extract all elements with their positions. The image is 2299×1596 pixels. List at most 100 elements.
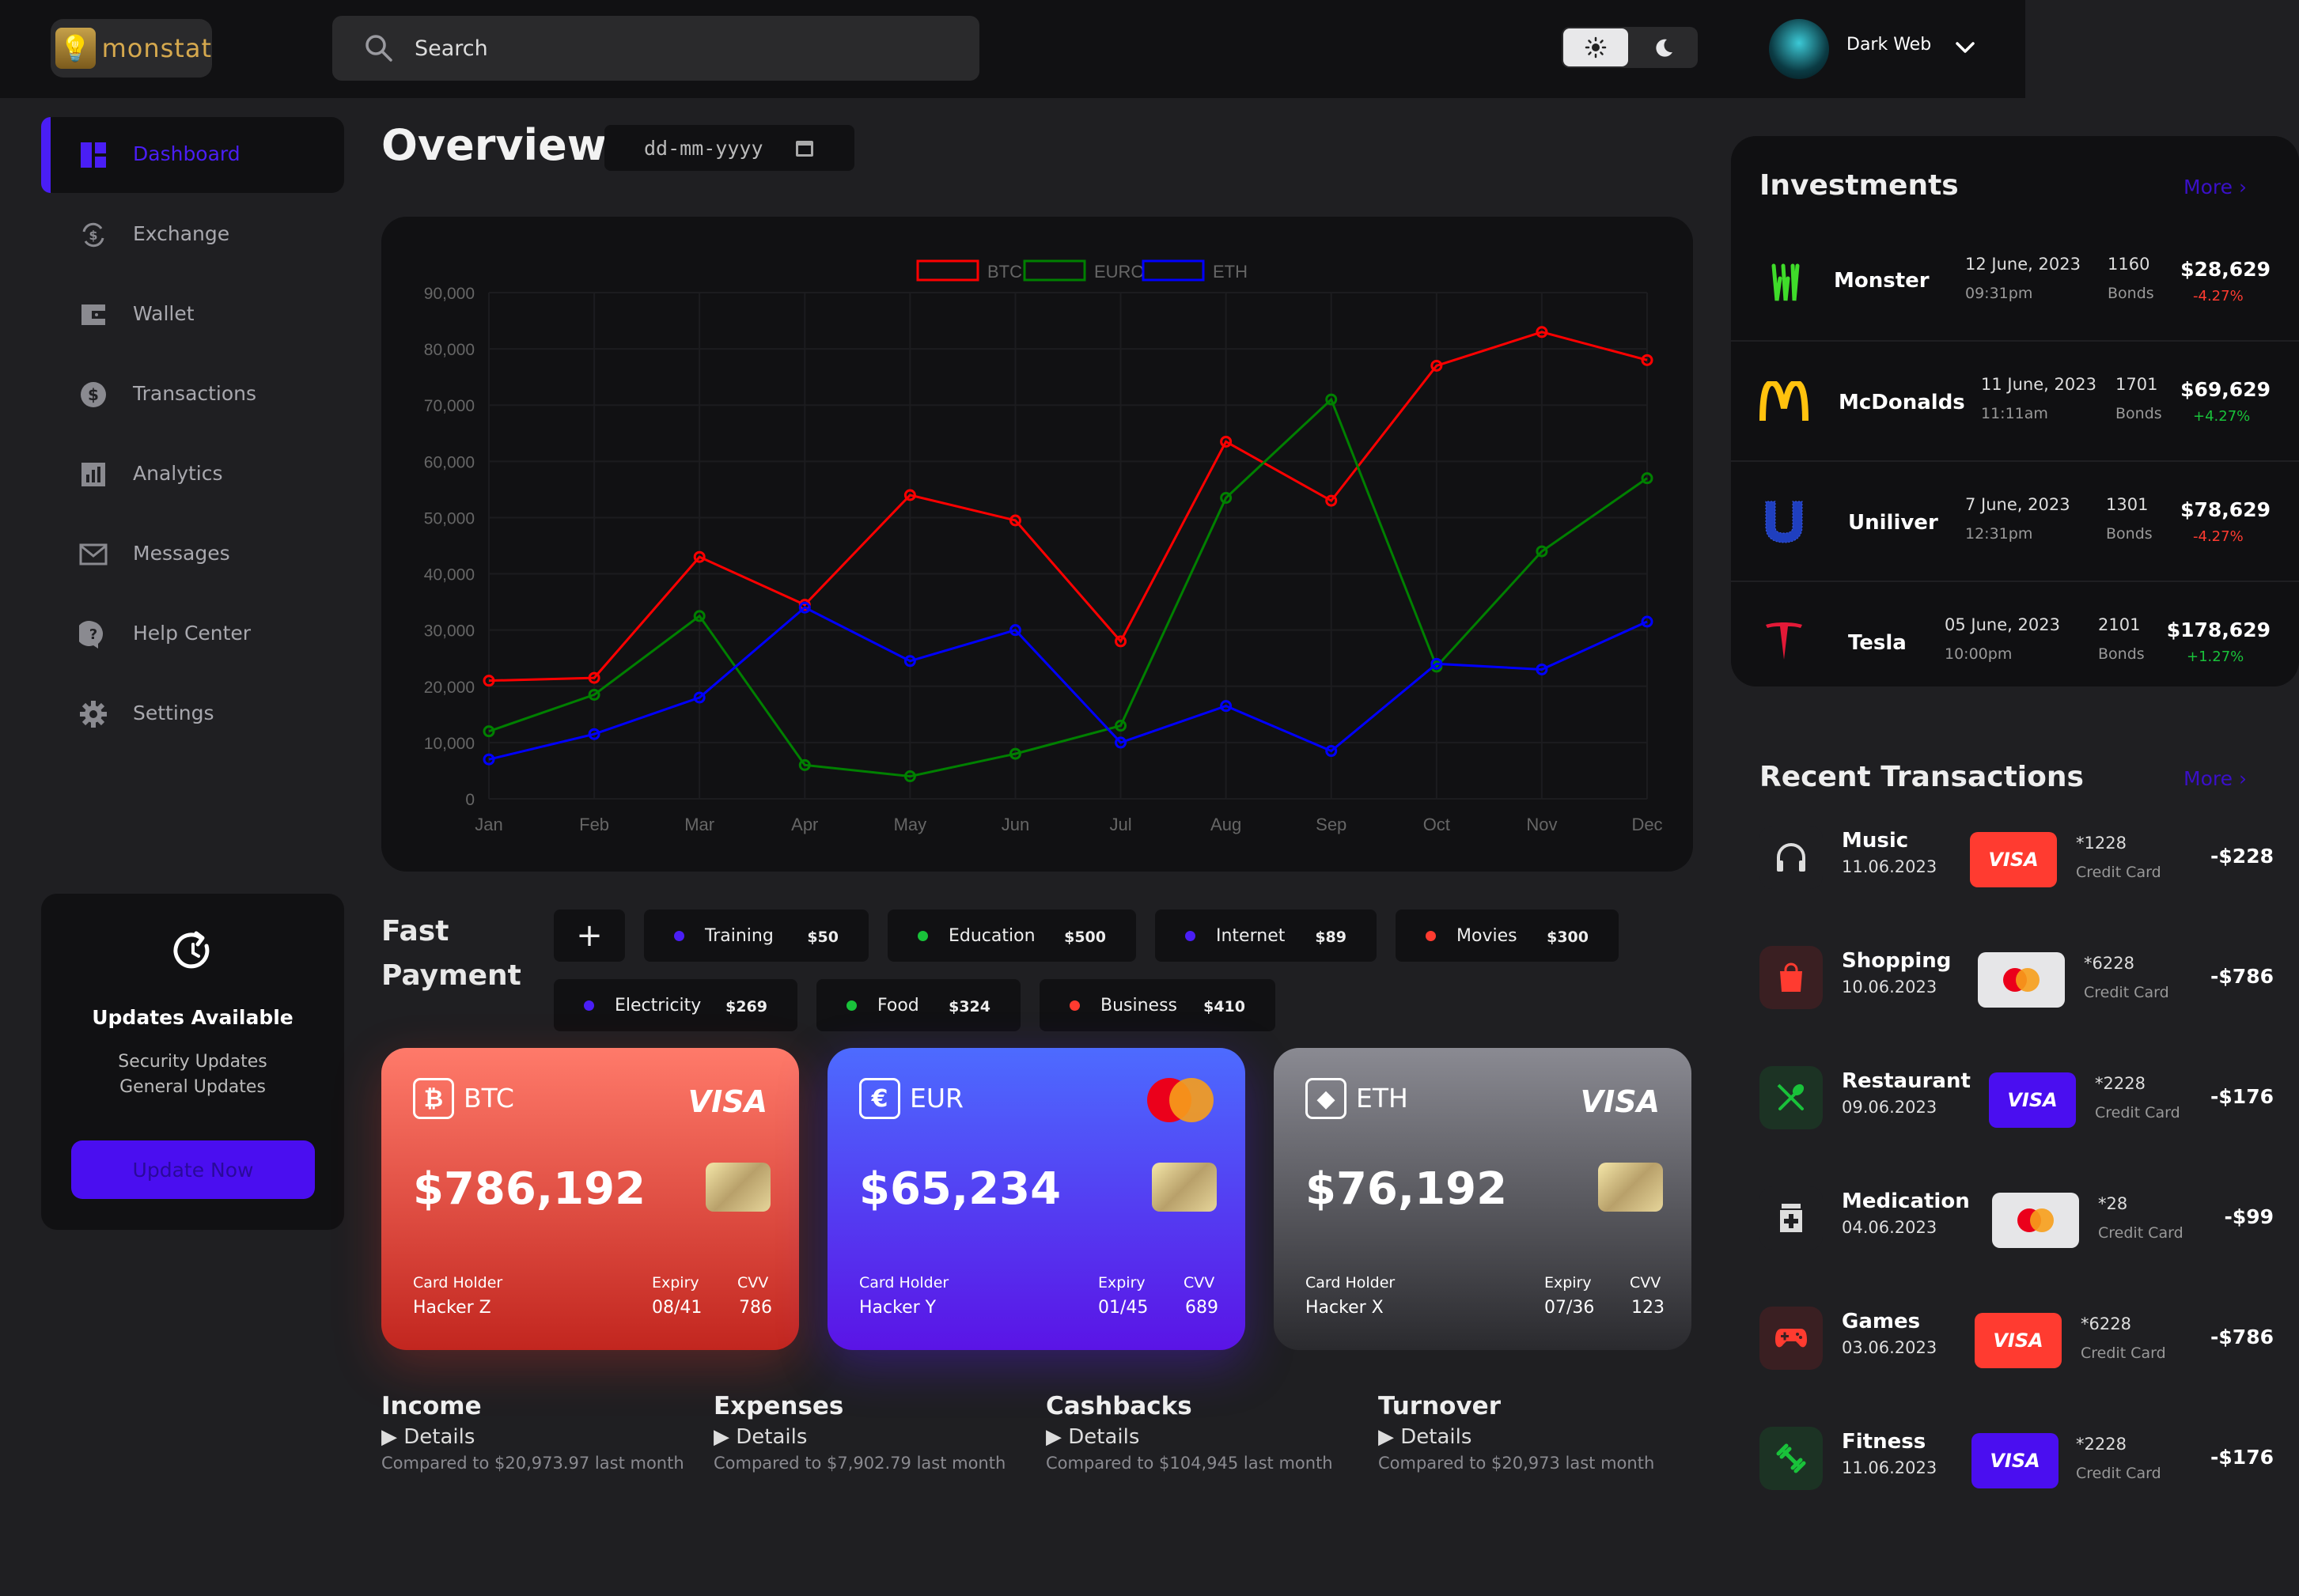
chevron-down-icon[interactable] [1952,35,1978,60]
transaction-date: 10.06.2023 [1842,978,1937,997]
sidebar-item-messages[interactable]: Messages [41,516,344,592]
payment-name: Food [877,995,919,1015]
transactions-more-link[interactable]: More › [2183,767,2247,790]
sidebar-item-dashboard[interactable]: Dashboard [41,117,344,193]
search-input[interactable] [415,36,889,61]
recent-transactions-title: Recent Transactions [1759,761,2084,793]
series-line-btc [488,331,1648,683]
cashbacks-details-toggle[interactable]: ▶ Details [1046,1425,1139,1449]
unilever-logo-icon [1765,501,1803,543]
investment-qty: 2101 [2098,615,2141,634]
payment-chip-education[interactable]: Education $500 [888,910,1136,962]
transaction-name: Fitness [1842,1430,1926,1454]
card-number: *2228 [2076,1435,2127,1454]
visa-logo: VISA [1975,1313,2062,1368]
expenses-details-toggle[interactable]: ▶ Details [714,1425,807,1449]
utensils-icon [1759,1066,1823,1129]
card-btc[interactable]: ₿ BTC VISA $786,192 Card Holder Hacker Z… [381,1048,799,1350]
card-type: Credit Card [2076,864,2161,881]
search-bar[interactable] [332,16,979,81]
payment-dot [674,930,684,941]
payment-name: Training [705,925,774,946]
payment-chip-internet[interactable]: Internet $89 [1155,910,1377,962]
payment-chip-food[interactable]: Food $324 [816,979,1021,1031]
transaction-row-music[interactable]: Music 11.06.2023 VISA *1228 Credit Card … [1759,818,2274,897]
dashboard-icon [81,142,106,168]
investment-row-tesla[interactable]: Tesla 05 June, 2023 10:00pm 2101 Bonds $… [1731,582,2299,702]
sidebar-item-analytics[interactable]: Analytics [41,437,344,512]
sidebar-item-help-center[interactable]: ? Help Center [41,596,344,672]
sidebar-item-settings[interactable]: Settings [41,676,344,752]
investments-more-link[interactable]: More › [2183,176,2247,199]
investment-row-monster[interactable]: Monster 12 June, 2023 09:31pm 1160 Bonds… [1731,221,2299,342]
overview-chart: 0 10,000 20,000 30,000 40,000 50,000 60,000 70,… [381,217,1693,872]
dark-mode-button[interactable] [1631,28,1696,66]
payment-name: Business [1100,995,1178,1015]
transaction-date: 03.06.2023 [1842,1338,1937,1357]
investment-date: 7 June, 2023 [1965,495,2070,514]
payment-name: Electricity [615,995,702,1015]
transaction-row-games[interactable]: Games 03.06.2023 VISA *6228 Credit Card … [1759,1299,2274,1378]
sidebar-item-label: Analytics [133,462,223,485]
app-logo[interactable]: 💡 monstat [51,19,212,78]
sidebar-item-transactions[interactable]: $ Transactions [41,357,344,433]
y-tick-label: 70,000 [424,397,475,415]
transaction-row-shopping[interactable]: Shopping 10.06.2023 *6228 Credit Card -$… [1759,938,2274,1017]
shopping-bag-icon [1759,946,1823,1009]
updates-title: Updates Available [92,1006,294,1029]
bitcoin-icon: ₿ [413,1078,454,1119]
transaction-row-restaurant[interactable]: Restaurant 09.06.2023 VISA *2228 Credit … [1759,1058,2274,1137]
x-tick-label: Nov [1526,815,1557,834]
expiry-label: Expiry [1098,1274,1146,1292]
payment-chip-business[interactable]: Business $410 [1040,979,1275,1031]
x-tick-label: Feb [579,815,609,834]
triangle-right-icon: ▶ [1046,1425,1069,1449]
add-payment-button[interactable]: + [554,910,625,962]
card-holder-label: Card Holder [413,1274,503,1292]
line-chart-svg: 0 10,000 20,000 30,000 40,000 50,000 60,000 70,… [424,259,1663,834]
investment-amount: $28,629 [2180,258,2271,281]
legend-swatch [1142,259,1205,282]
euro-icon: € [859,1078,900,1119]
avatar[interactable] [1769,19,1829,79]
moon-icon [1656,39,1672,57]
card-number: *1228 [2076,834,2127,853]
svg-text:$: $ [88,385,99,404]
transaction-row-medication[interactable]: Medication 04.06.2023 *28 Credit Card -$… [1759,1178,2274,1258]
date-placeholder: dd-mm-yyyy [644,136,763,160]
payment-chip-movies[interactable]: Movies $300 [1396,910,1619,962]
sidebar-item-wallet[interactable]: Wallet [41,277,344,353]
transaction-row-fitness[interactable]: Fitness 11.06.2023 VISA *2228 Credit Car… [1759,1419,2274,1498]
card-cvv: 123 [1631,1298,1665,1318]
card-eur[interactable]: € EUR $65,234 Card Holder Hacker Y Expir… [828,1048,1245,1350]
details-label: Details [736,1425,808,1449]
income-details-toggle[interactable]: ▶ Details [381,1425,475,1449]
theme-toggle[interactable] [1562,27,1698,68]
y-tick-label: 20,000 [424,679,475,697]
investment-row-mcdonalds[interactable]: McDonalds 11 June, 2023 11:11am 1701 Bon… [1731,342,2299,462]
payment-chip-electricity[interactable]: Electricity $269 [554,979,797,1031]
payment-chip-training[interactable]: Training $50 [644,910,869,962]
series-line-euro [488,397,1648,778]
payment-name: Internet [1216,925,1286,946]
user-name[interactable]: Dark Web [1846,35,1931,55]
sidebar-item-exchange[interactable]: $ Exchange [41,197,344,273]
cvv-label: CVV [1184,1274,1215,1292]
card-type: Credit Card [2095,1104,2180,1121]
light-mode-button[interactable] [1563,28,1628,66]
legend-label: BTC [987,262,1022,282]
x-tick-label: Jun [1002,815,1029,834]
income-compare: Compared to $20,973.97 last month [381,1454,684,1473]
date-input[interactable]: dd-mm-yyyy [604,125,854,171]
investments-panel: Investments More › Monster 12 June, 2023… [1731,136,2299,686]
update-now-button[interactable]: Update Now [71,1140,315,1199]
security-updates-text: Security Updates [118,1052,267,1072]
mail-icon [79,543,108,565]
card-currency: BTC [464,1083,514,1114]
investment-row-uniliver[interactable]: Uniliver 7 June, 2023 12:31pm 1301 Bonds… [1731,462,2299,582]
y-tick-label: 50,000 [424,509,475,528]
turnover-details-toggle[interactable]: ▶ Details [1378,1425,1471,1449]
calendar-icon[interactable] [796,141,813,157]
y-tick-label: 10,000 [424,735,475,753]
card-eth[interactable]: ◆ ETH VISA $76,192 Card Holder Hacker X … [1274,1048,1691,1350]
